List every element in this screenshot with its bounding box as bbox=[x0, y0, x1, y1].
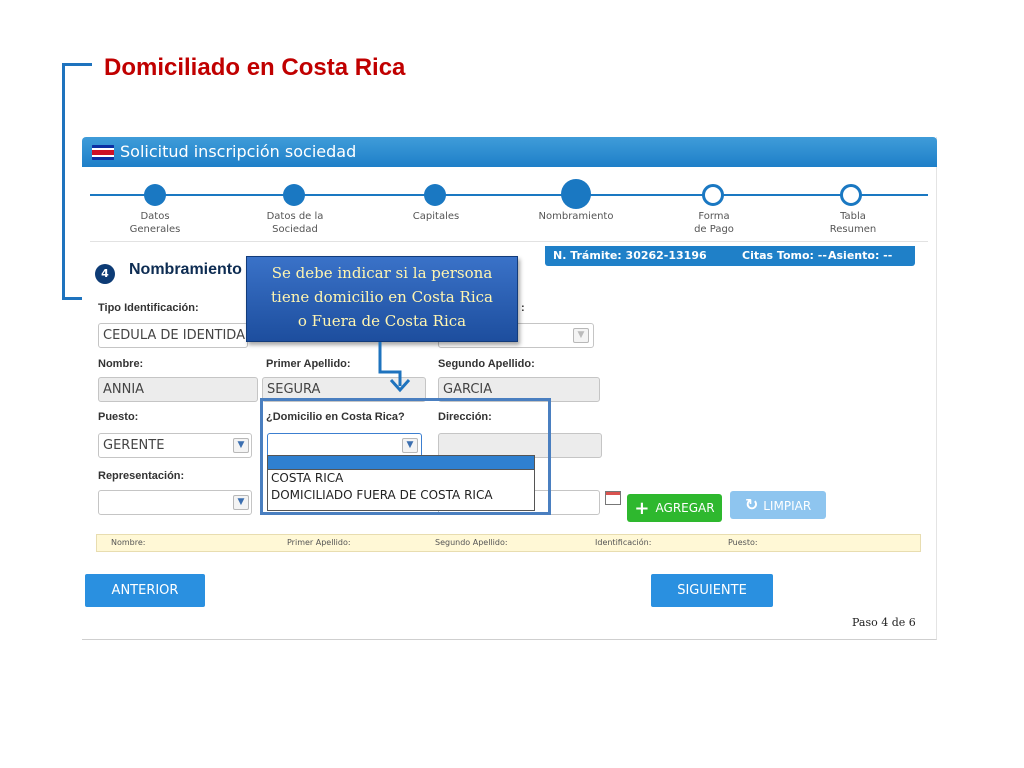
col-identificacion: Identificación: bbox=[595, 538, 652, 547]
tipo-identificacion-select[interactable]: CEDULA DE IDENTIDAD bbox=[98, 323, 248, 348]
step-dot-tabla-resumen[interactable] bbox=[840, 184, 862, 206]
limpiar-button[interactable]: ↻ LIMPIAR bbox=[730, 491, 826, 519]
tooltip-connector-arrow-icon bbox=[378, 342, 411, 393]
agregar-button-label: AGREGAR bbox=[655, 501, 715, 515]
chevron-down-icon: ▼ bbox=[233, 438, 249, 453]
anterior-button[interactable]: ANTERIOR bbox=[85, 574, 205, 607]
steps-progress-line bbox=[90, 194, 928, 196]
step-dot-datos-generales[interactable] bbox=[144, 184, 166, 206]
calendar-icon[interactable] bbox=[605, 491, 621, 505]
tooltip-line-3: o Fuera de Costa Rica bbox=[297, 312, 467, 330]
callout-line-vertical bbox=[62, 63, 65, 300]
step-label-nombramiento: Nombramiento bbox=[538, 211, 614, 222]
callout-line-top bbox=[62, 63, 92, 66]
step-label-datos-sociedad: Datos de la Sociedad bbox=[266, 211, 324, 235]
tramite-number: N. Trámite: 30262-13196 bbox=[553, 249, 707, 262]
representacion-label: Representación: bbox=[98, 470, 185, 482]
hidden-field-label: : bbox=[521, 302, 525, 314]
col-puesto: Puesto: bbox=[728, 538, 758, 547]
costa-rica-flag-icon bbox=[92, 145, 114, 160]
step-label-tabla-resumen: Tabla Resumen bbox=[829, 211, 877, 235]
chevron-down-icon: ▼ bbox=[573, 328, 589, 343]
puesto-label: Puesto: bbox=[98, 411, 139, 423]
nombre-label: Nombre: bbox=[98, 358, 144, 370]
step-dot-datos-sociedad[interactable] bbox=[283, 184, 305, 206]
list-header: Nombre: Primer Apellido: Segundo Apellid… bbox=[96, 534, 921, 552]
limpiar-button-label: LIMPIAR bbox=[763, 499, 812, 513]
nombre-field[interactable]: ANNIA bbox=[98, 377, 258, 402]
plus-icon: + bbox=[634, 498, 650, 519]
tramite-info-bar: N. Trámite: 30262-13196 Citas Tomo: -- A… bbox=[545, 246, 915, 266]
step-dot-nombramiento[interactable] bbox=[561, 179, 591, 209]
slide-title: Domiciliado en Costa Rica bbox=[104, 54, 406, 81]
col-primer-apellido: Primer Apellido: bbox=[287, 538, 351, 547]
chevron-down-icon: ▼ bbox=[233, 495, 249, 510]
step-dot-forma-pago[interactable] bbox=[702, 184, 724, 206]
tooltip-callout: Se debe indicar si la persona tiene domi… bbox=[246, 256, 518, 342]
siguiente-button[interactable]: SIGUIENTE bbox=[651, 574, 773, 607]
app-title: Solicitud inscripción sociedad bbox=[120, 142, 357, 161]
puesto-value: GERENTE bbox=[103, 438, 165, 453]
step-counter: Paso 4 de 6 bbox=[852, 616, 916, 629]
col-segundo-apellido: Segundo Apellido: bbox=[435, 538, 508, 547]
col-nombre: Nombre: bbox=[111, 538, 146, 547]
step-dot-capitales[interactable] bbox=[424, 184, 446, 206]
section-title: Nombramiento bbox=[129, 261, 242, 278]
puesto-select[interactable]: GERENTE ▼ bbox=[98, 433, 252, 458]
segundo-apellido-label: Segundo Apellido: bbox=[438, 358, 535, 370]
step-label-datos-generales: Datos Generales bbox=[129, 211, 181, 235]
app-header: Solicitud inscripción sociedad bbox=[82, 137, 937, 167]
tooltip-line-2: tiene domicilio en Costa Rica bbox=[271, 288, 493, 306]
steps-separator bbox=[90, 241, 928, 242]
app-window: Solicitud inscripción sociedad Datos Gen… bbox=[82, 137, 937, 640]
refresh-icon: ↻ bbox=[744, 495, 759, 514]
section-number-badge: 4 bbox=[95, 264, 115, 284]
representacion-select[interactable]: ▼ bbox=[98, 490, 252, 515]
tipo-identificacion-label: Tipo Identificación: bbox=[98, 302, 199, 314]
step-label-forma-pago: Forma de Pago bbox=[694, 211, 734, 235]
agregar-button[interactable]: + AGREGAR bbox=[627, 494, 722, 522]
step-label-capitales: Capitales bbox=[412, 211, 460, 222]
tramite-asiento: Asiento: -- bbox=[828, 249, 893, 262]
highlight-box bbox=[260, 398, 551, 515]
tooltip-line-1: Se debe indicar si la persona bbox=[271, 264, 493, 282]
primer-apellido-label: Primer Apellido: bbox=[266, 358, 351, 370]
tramite-citas: Citas Tomo: -- bbox=[742, 249, 827, 262]
